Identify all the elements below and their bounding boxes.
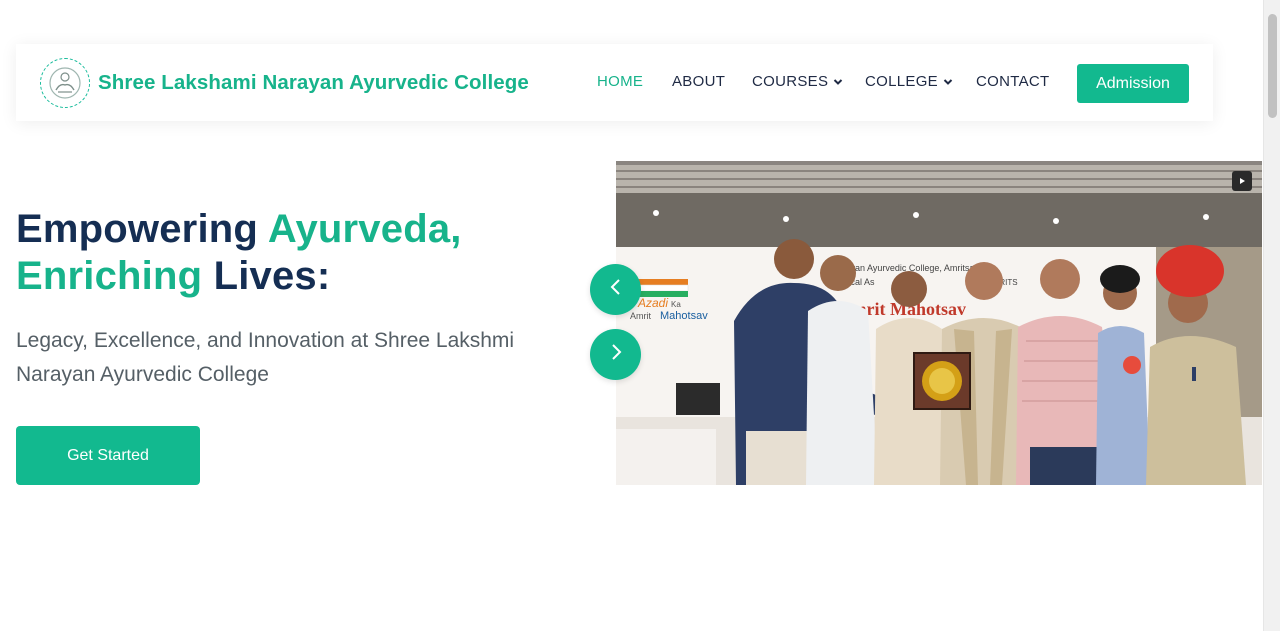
scrollbar-thumb[interactable] (1268, 14, 1277, 118)
play-icon[interactable] (1232, 171, 1252, 191)
nav-contact[interactable]: CONTACT (976, 73, 1049, 90)
hero-title-part1: Empowering (16, 207, 268, 251)
hero-title-part2: Lives: (202, 254, 331, 298)
page-scrollbar[interactable] (1263, 0, 1280, 631)
nav-college[interactable]: COLLEGE (865, 73, 953, 90)
chevron-down-icon (833, 73, 843, 90)
nav-about-label: ABOUT (672, 73, 726, 90)
page: Shree Lakshami Narayan Ayurvedic College… (0, 0, 1280, 631)
ka-text: Ka (671, 300, 681, 309)
carousel-slide-image: Narayan Ayurvedic College, Amritsar Medi… (616, 161, 1262, 485)
admission-button[interactable]: Admission (1077, 64, 1189, 103)
nav-college-label: COLLEGE (865, 73, 938, 90)
nav-home[interactable]: HOME (597, 73, 643, 90)
hero-title-accent1: Ayurveda, (267, 207, 462, 251)
chevron-right-icon (608, 343, 624, 366)
nav-contact-label: CONTACT (976, 73, 1050, 90)
azadi-text: Azadi (637, 296, 668, 310)
college-emblem-icon[interactable] (40, 58, 90, 108)
hero-subtitle: Legacy, Excellence, and Innovation at Sh… (16, 329, 515, 386)
carousel-next-button[interactable] (590, 329, 641, 380)
hero-title-accent2: Enriching (16, 254, 203, 298)
nav-courses-label: COURSES (752, 73, 829, 90)
site-title[interactable]: Shree Lakshami Narayan Ayurvedic College (98, 71, 529, 95)
event-photo: Narayan Ayurvedic College, Amritsar Medi… (616, 161, 1262, 485)
nav-courses[interactable]: COURSES (752, 73, 843, 90)
hero-title: Empowering Ayurveda, Enriching Lives: (16, 206, 462, 300)
mahotsav-text: Mahotsav (660, 310, 708, 322)
nav-home-label: HOME (597, 73, 644, 90)
chevron-down-icon (943, 73, 953, 90)
chevron-left-icon (608, 278, 624, 301)
amrit-text: Amrit (630, 311, 651, 321)
site-header: Shree Lakshami Narayan Ayurvedic College… (16, 44, 1213, 121)
nav-about[interactable]: ABOUT (672, 73, 725, 90)
carousel-prev-button[interactable] (590, 264, 641, 315)
get-started-button[interactable]: Get Started (16, 426, 200, 485)
